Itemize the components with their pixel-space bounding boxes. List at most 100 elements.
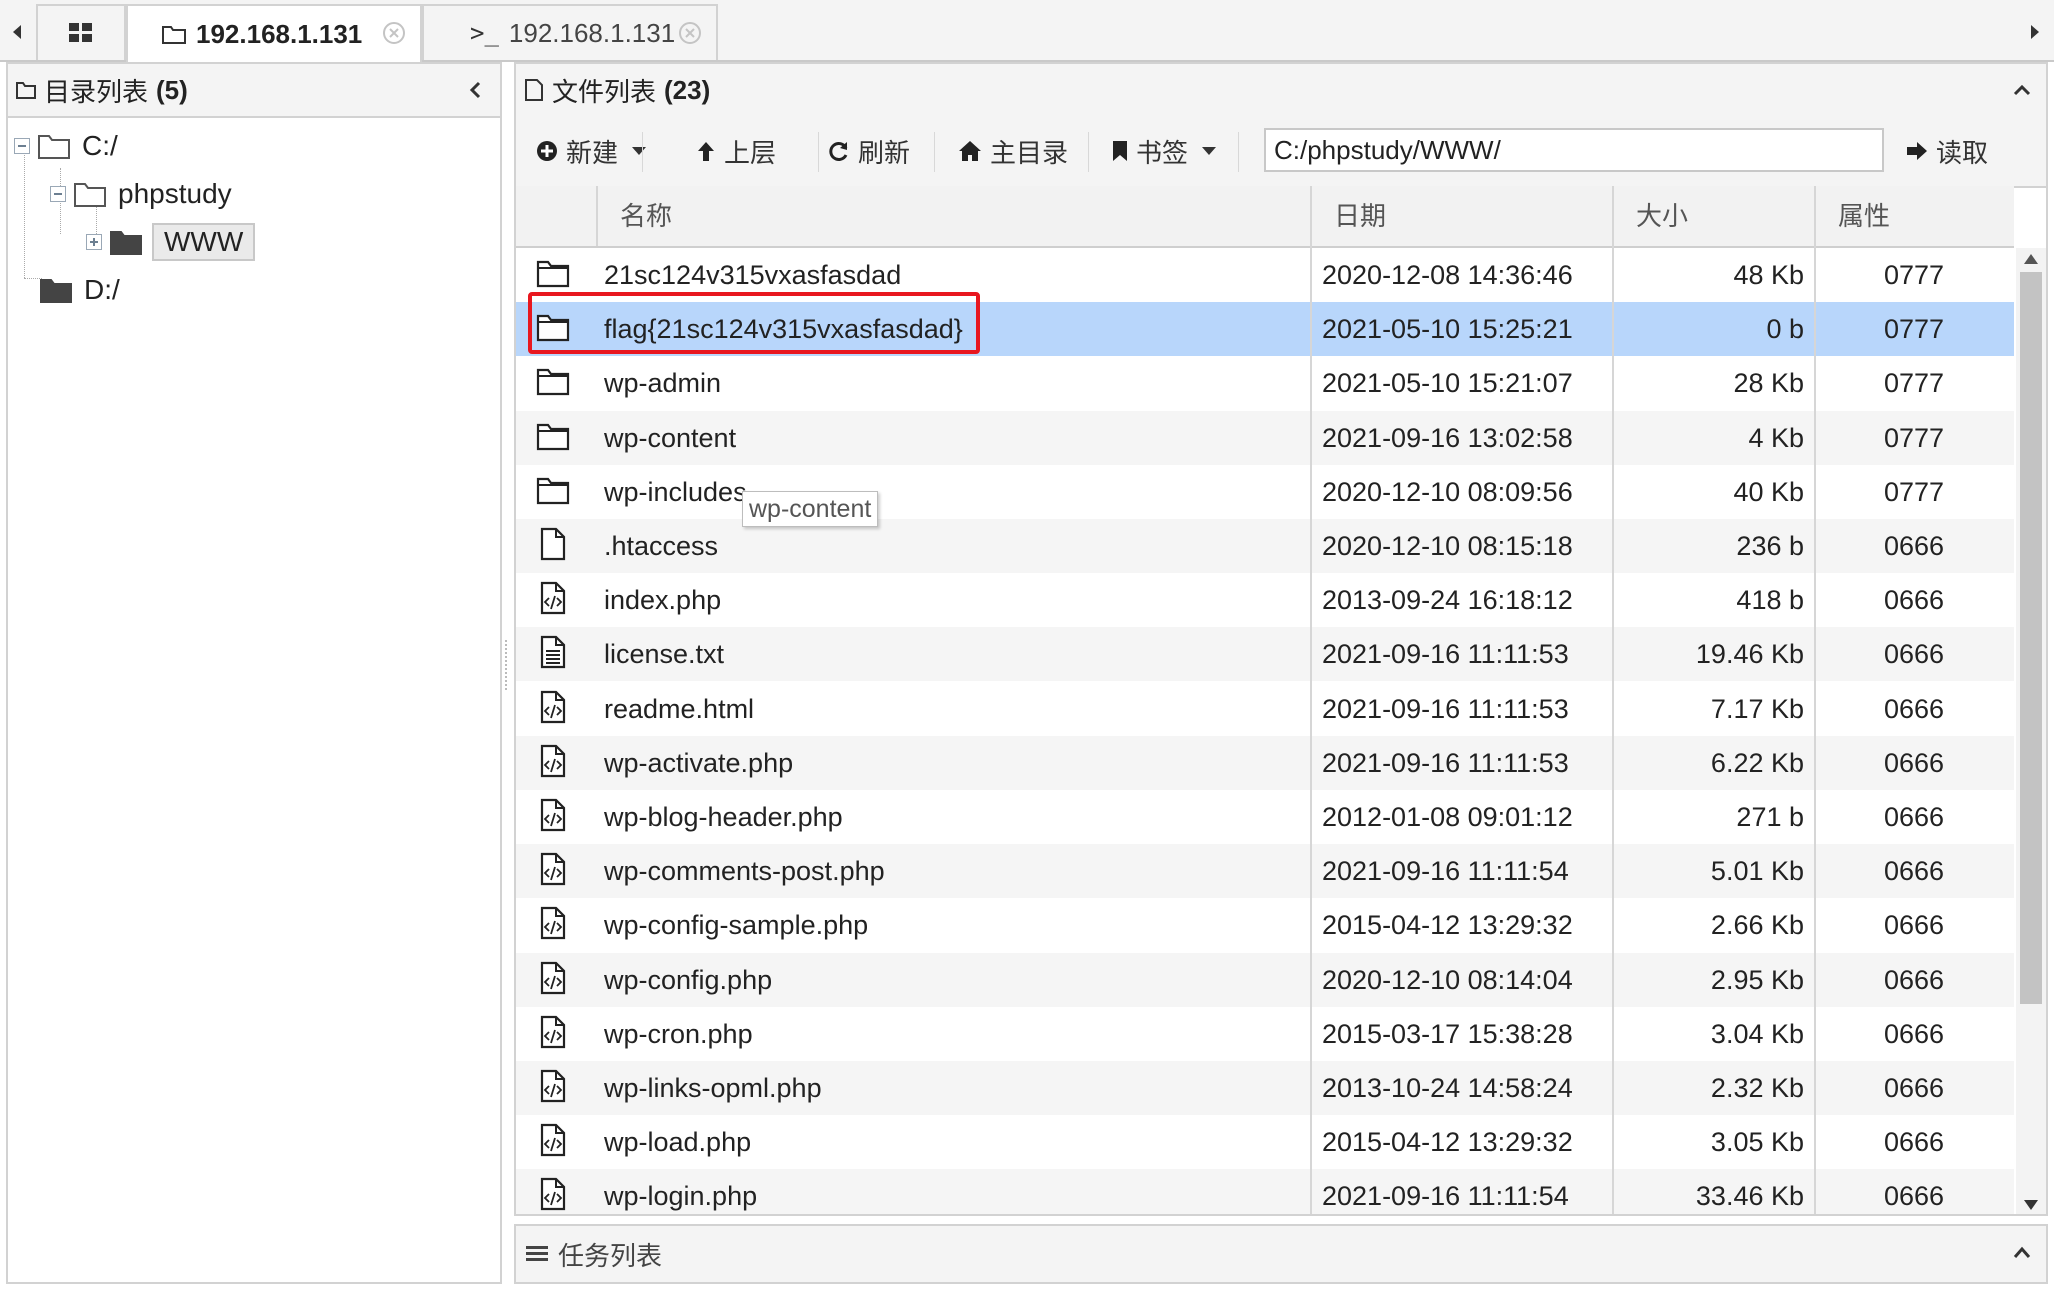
scroll-tabs-right-button[interactable]	[2024, 14, 2046, 50]
folder-icon	[110, 231, 142, 255]
file-text-icon	[536, 635, 570, 669]
file-date: 2021-09-16 11:11:53	[1322, 747, 1569, 778]
highlight-box	[528, 292, 980, 354]
path-input[interactable]	[1264, 128, 1884, 172]
caret-right-icon	[2031, 25, 2039, 39]
file-list-title: 文件列表	[552, 76, 657, 107]
collapse-toggle[interactable]	[50, 186, 66, 202]
bookmark-button[interactable]: 书签	[1112, 132, 1217, 170]
up-level-button[interactable]: 上层	[696, 132, 776, 170]
file-row[interactable]: wp-blog-header.php 2012-01-08 09:01:12 271…	[516, 790, 2014, 844]
file-name: .htaccess	[604, 531, 719, 561]
scrollbar-thumb[interactable]	[2020, 272, 2042, 1004]
pane-splitter[interactable]	[505, 640, 511, 690]
file-code-icon	[536, 852, 570, 886]
file-size: 2.32 Kb	[1710, 1073, 1804, 1103]
file-row[interactable]: wp-login.php 2021-09-16 11:11:54 33.46 Kb 0…	[516, 1169, 2014, 1214]
file-row[interactable]: index.php 2013-09-24 16:18:12 418 b 0666	[516, 573, 2014, 627]
terminal-icon: >_	[470, 19, 499, 47]
file-row[interactable]: wp-links-opml.php 2013-10-24 14:58:24 2.32…	[516, 1061, 2014, 1115]
scroll-tabs-left-button[interactable]	[6, 14, 28, 50]
folder-icon	[16, 82, 36, 99]
file-name: wp-cron.php	[604, 1018, 753, 1049]
file-attr: 0666	[1884, 747, 1945, 778]
read-button[interactable]: 读取	[1906, 132, 1988, 170]
file-row[interactable]: wp-config.php 2020-12-10 08:14:04 2.95 Kb 0…	[516, 952, 2014, 1007]
file-row[interactable]: wp-cron.php 2015-03-17 15:38:28 3.04 Kb 066…	[516, 1007, 2014, 1061]
file-row[interactable]: wp-includes 2020-12-10 08:09:56 40 Kb 0777	[516, 465, 2014, 519]
plus-circle-icon	[537, 141, 557, 161]
file-row[interactable]: readme.html 2021-09-16 11:11:53 7.17 Kb 066…	[516, 682, 2014, 736]
tree-item-c-drive[interactable]: C:/	[14, 126, 118, 166]
home-button[interactable]: 主目录	[958, 132, 1068, 170]
bookmark-icon	[1113, 141, 1127, 161]
home-label: 主目录	[990, 137, 1069, 168]
tab-file-manager[interactable]: 192.168.1.131	[126, 4, 422, 62]
column-name-header[interactable]: 名称	[596, 186, 1124, 246]
folder-icon	[536, 258, 570, 288]
chevron-up-icon[interactable]	[2012, 1244, 2032, 1260]
file-name: wp-links-opml.php	[604, 1073, 822, 1103]
file-name: wp-admin	[604, 368, 722, 399]
file-size: 3.05 Kb	[1710, 1127, 1804, 1158]
file-row[interactable]: license.txt 2021-09-16 11:11:53 19.46 Kb 06…	[516, 627, 2014, 682]
file-code-icon	[536, 961, 570, 995]
folder-open-icon	[38, 135, 70, 159]
vertical-scrollbar[interactable]	[2016, 248, 2046, 1214]
expand-toggle[interactable]	[86, 234, 102, 250]
collapse-toggle[interactable]	[14, 138, 30, 154]
file-name: wp-comments-post.php	[604, 856, 885, 887]
folder-icon	[536, 366, 570, 396]
file-attr: 0777	[1884, 476, 1945, 507]
file-code-icon	[536, 1177, 570, 1211]
close-icon[interactable]	[382, 21, 406, 45]
file-date: 2013-10-24 14:58:24	[1322, 1073, 1573, 1103]
file-attr: 0666	[1884, 1127, 1945, 1158]
tree-item-www[interactable]: WWW	[86, 222, 256, 262]
file-row[interactable]: wp-admin 2021-05-10 15:21:07 28 Kb 0777	[516, 356, 2014, 410]
file-row[interactable]: wp-config-sample.php 2015-04-12 13:29:32 2…	[516, 898, 2014, 952]
file-date: 2021-09-16 11:11:53	[1322, 639, 1569, 670]
file-date: 2021-05-10 15:21:07	[1322, 368, 1573, 399]
tree-item-d-drive[interactable]: D:/	[40, 270, 120, 310]
scroll-up-icon[interactable]	[2024, 254, 2038, 264]
chevron-left-icon[interactable]	[466, 80, 486, 100]
file-size: 2.66 Kb	[1710, 910, 1804, 941]
column-attr-header[interactable]: 属性	[1814, 186, 2014, 246]
file-row[interactable]: wp-load.php 2015-04-12 13:29:32 3.05 Kb 066…	[516, 1115, 2014, 1169]
file-name: readme.html	[604, 693, 755, 724]
caret-down-icon	[632, 147, 647, 155]
file-attr: 0666	[1884, 1181, 1945, 1212]
file-row[interactable]: wp-comments-post.php 2021-09-16 11:11:54 5…	[516, 844, 2014, 899]
task-list-panel[interactable]: 任务列表	[514, 1224, 2048, 1284]
tab-terminal[interactable]: >_ 192.168.1.131	[422, 4, 718, 60]
file-size: 28 Kb	[1733, 368, 1804, 399]
toolbar-divider	[934, 132, 935, 172]
scroll-down-icon[interactable]	[2024, 1200, 2038, 1210]
file-size: 40 Kb	[1733, 476, 1804, 507]
close-icon[interactable]	[678, 21, 702, 45]
file-row[interactable]: .htaccess 2020-12-10 08:15:18 236 b 0666	[516, 519, 2014, 573]
refresh-button[interactable]: 刷新	[828, 132, 910, 170]
file-row[interactable]: wp-content 2021-09-16 13:02:58 4 Kb 0777	[516, 410, 2014, 465]
tab-menu-button[interactable]	[36, 4, 126, 60]
column-size-header[interactable]: 大小	[1612, 186, 1814, 246]
tree-item-phpstudy[interactable]: phpstudy	[50, 174, 232, 214]
file-date: 2021-09-16 11:11:53	[1322, 693, 1569, 724]
tree-connector	[24, 150, 25, 278]
file-attr: 0666	[1884, 639, 1945, 670]
chevron-up-icon[interactable]	[2012, 80, 2032, 100]
file-size: 3.04 Kb	[1710, 1018, 1804, 1049]
file-date: 2021-09-16 13:02:58	[1322, 422, 1573, 453]
file-row[interactable]: wp-activate.php 2021-09-16 11:11:53 6.22 K…	[516, 735, 2014, 790]
file-size: 271 b	[1736, 802, 1804, 832]
file-date: 2020-12-08 14:36:46	[1322, 260, 1573, 290]
tooltip: wp-content	[742, 491, 879, 527]
column-date-header[interactable]: 日期	[1310, 186, 1612, 246]
file-size: 418 b	[1736, 585, 1804, 616]
new-button[interactable]: 新建	[536, 132, 647, 170]
arrow-right-icon	[1907, 142, 1927, 160]
folder-icon	[40, 279, 72, 303]
file-count: (23)	[664, 74, 711, 105]
file-date: 2021-09-16 11:11:54	[1322, 1181, 1569, 1212]
